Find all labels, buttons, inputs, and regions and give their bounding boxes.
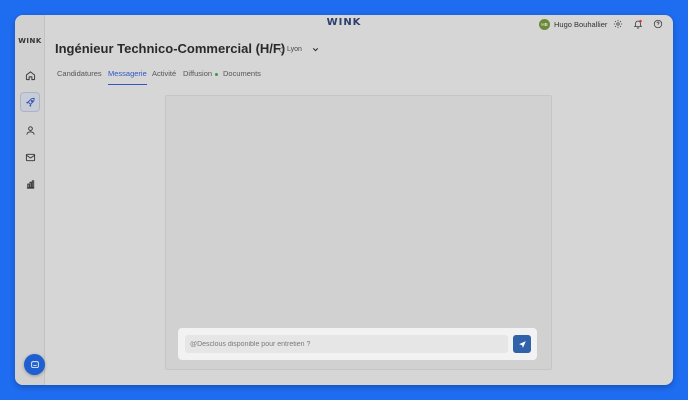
user-icon [25,125,35,135]
location-badge: Lyon [279,46,302,53]
page-title: Ingénieur Technico-Commercial (H/F) [55,41,286,56]
user-menu[interactable]: HB Hugo Bouhallier [539,17,607,31]
help-button[interactable] [652,18,663,29]
chart-icon [26,179,34,189]
tab-diffusion-label: Diffusion [183,69,213,78]
tab-candidatures[interactable]: Candidatures [57,69,102,85]
notifications-button[interactable] [632,18,643,29]
gear-icon [613,19,622,28]
bell-icon [633,19,642,29]
tab-diffusion[interactable]: Diffusion [183,69,219,85]
help-icon [653,19,662,28]
tab-messagerie[interactable]: Messagerie [108,69,147,85]
sidebar-item-candidates[interactable] [20,120,40,140]
sidebar-item-home[interactable] [20,65,40,85]
app-window: WINK WINK HB Hugo Bouhallier Ingénieur T… [15,15,673,385]
sidebar-item-messages[interactable] [20,147,40,167]
sidebar-logo: WINK [18,37,42,45]
user-name: Hugo Bouhallier [554,19,608,29]
status-dot [215,72,219,76]
rocket-icon [25,97,35,107]
sidebar: WINK [15,15,45,385]
tab-documents[interactable]: Documents [223,69,261,85]
chevron-down-icon[interactable] [311,45,320,54]
send-icon [518,340,526,348]
send-button[interactable] [513,335,531,353]
location-label: Lyon [287,46,302,53]
support-chat-button[interactable] [24,354,45,375]
tab-activite[interactable]: Activité [152,69,176,85]
avatar: HB [539,18,550,30]
settings-button[interactable] [612,18,623,29]
location-icon [279,46,285,53]
chat-icon [30,360,39,368]
sidebar-item-stats[interactable] [20,174,40,194]
message-composer [178,328,537,360]
message-input[interactable] [185,335,508,353]
mail-icon [25,153,35,161]
home-icon [25,70,35,80]
sidebar-item-jobs[interactable] [20,92,40,112]
